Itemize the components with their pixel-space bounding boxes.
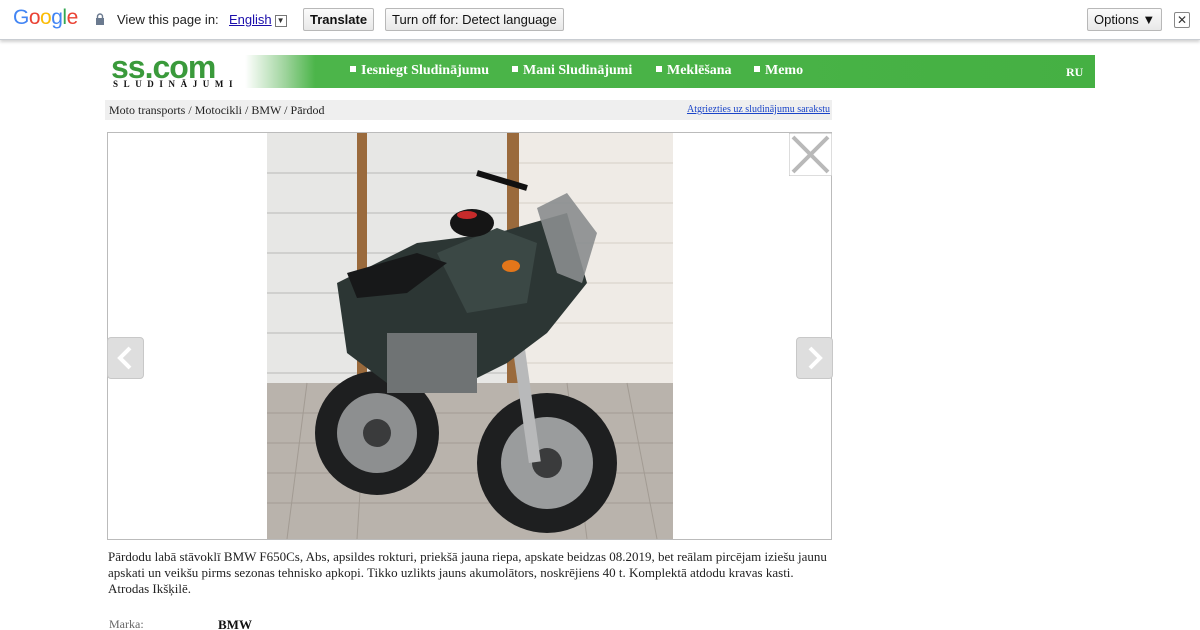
breadcrumb-separator: / [281,103,291,117]
bullet-icon [512,66,518,72]
nav-label: Meklēšana [667,63,732,78]
google-logo-letter: o [28,6,41,29]
arrow-right-icon [808,346,823,370]
close-icon[interactable] [789,133,832,176]
listing-description: Pārdodu labā stāvoklī BMW F650Cs, Abs, a… [108,549,827,596]
nav-label: Mani Sludinājumi [523,63,633,78]
options-button[interactable]: Options ▼ [1087,8,1163,31]
language-switch-ru[interactable]: RU [1066,65,1083,80]
back-to-list-link[interactable]: Atgriezties uz sludinājumu sarakstu [687,104,830,115]
google-logo-letter: e [66,6,79,29]
google-logo-letter: g [51,6,63,29]
language-label: English [229,12,272,27]
nav-submit-ad[interactable]: Iesniegt Sludinājumu [350,63,489,79]
site-header: ss.com SLUDINĀJUMI Iesniegt Sludinājumu … [105,51,1095,89]
google-logo-letter: G [13,6,29,29]
breadcrumb-separator: / [185,103,195,117]
turn-off-button[interactable]: Turn off for: Detect language [385,8,564,31]
bullet-icon [754,66,760,72]
nav-my-ads[interactable]: Mani Sludinājumi [512,63,632,79]
spec-label-brand: Marka: [109,617,144,630]
translate-button[interactable]: Translate [303,8,375,31]
breadcrumb-sell[interactable]: Pārdod [291,103,325,117]
close-translate-bar-icon[interactable]: ✕ [1174,12,1190,28]
breadcrumb-separator: / [242,103,252,117]
photo-gallery [107,132,833,540]
breadcrumb-moto-transport[interactable]: Moto transports [109,103,185,117]
google-logo: Google [13,6,78,30]
site-logo-subtitle: SLUDINĀJUMI [113,79,239,89]
breadcrumb-bmw[interactable]: BMW [251,103,281,117]
view-page-label: View this page in: [117,12,219,27]
breadcrumb: Moto transports / Motocikli / BMW / Pārd… [109,103,325,118]
language-select[interactable]: English ▼ [229,12,287,27]
nav-memo[interactable]: Memo [754,63,803,79]
breadcrumb-bar: Moto transports / Motocikli / BMW / Pārd… [105,100,832,120]
translate-bar: Google View this page in: English ▼ Trans… [0,0,1200,40]
spec-value-brand: BMW [218,617,252,630]
next-photo-button[interactable] [796,337,833,379]
dropdown-arrow-icon: ▼ [274,15,287,27]
nav-label: Memo [765,63,804,78]
nav-search[interactable]: Meklēšana [656,63,732,79]
nav-label: Iesniegt Sludinājumu [361,63,489,78]
bullet-icon [656,66,662,72]
previous-photo-button[interactable] [107,337,144,379]
bullet-icon [350,66,356,72]
arrow-left-icon [117,346,132,370]
motorcycle-photo[interactable] [267,133,673,539]
breadcrumb-motorcycles[interactable]: Motocikli [195,103,242,117]
lock-icon [96,13,104,25]
google-logo-letter: o [40,6,52,29]
